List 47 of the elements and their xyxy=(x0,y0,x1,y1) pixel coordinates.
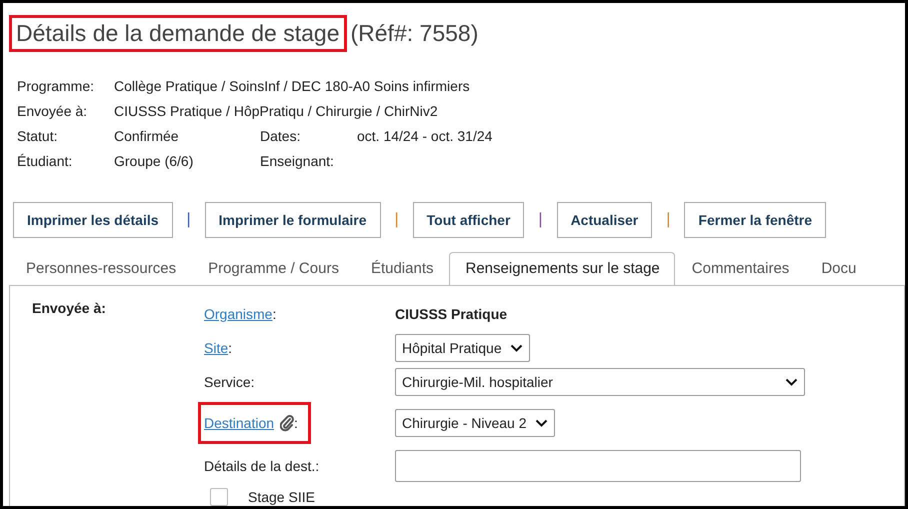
chevron-down-icon xyxy=(510,344,523,352)
field-label: Détails de la dest.: xyxy=(204,458,320,474)
summary-value: CIUSSS Pratique / HôpPratiqu / Chirurgie / ChirNiv2 xyxy=(114,103,439,119)
section-heading: Envoyée à: xyxy=(32,300,107,318)
summary-value: Groupe (6/6) xyxy=(114,153,194,169)
reference-number: (Réf#: 7558) xyxy=(350,20,478,47)
separator: | xyxy=(538,211,543,229)
field-link[interactable]: Organisme xyxy=(204,306,272,322)
dropdown[interactable]: Chirurgie - Niveau 2 xyxy=(395,409,554,437)
tab[interactable]: Personnes-ressources xyxy=(9,252,192,285)
summary-label: Enseignant: xyxy=(260,153,335,169)
checkbox[interactable] xyxy=(210,488,228,506)
checkbox-label: Stage SIIE xyxy=(248,489,315,505)
tab[interactable]: Étudiants xyxy=(354,252,448,285)
action-button[interactable]: Fermer la fenêtre xyxy=(684,202,826,238)
field-link[interactable]: Destination xyxy=(204,415,274,431)
summary-value: Collège Pratique / SoinsInf / DEC 180-A0 Soins infirmiers xyxy=(114,78,471,94)
tab[interactable]: Renseignements sur le stage xyxy=(448,252,675,285)
separator: | xyxy=(186,211,191,229)
tab[interactable]: Programme / Cours xyxy=(191,252,354,285)
separator: | xyxy=(666,211,670,229)
field-link[interactable]: Site xyxy=(204,340,228,356)
action-button[interactable]: Tout afficher xyxy=(412,202,524,238)
colon: : xyxy=(228,340,232,356)
input-field[interactable] xyxy=(395,450,801,482)
action-button[interactable]: Imprimer les détails xyxy=(13,202,173,238)
field-label: Service: xyxy=(204,374,255,390)
summary-label: Programme: xyxy=(17,78,96,94)
tab[interactable]: Docu xyxy=(804,252,872,285)
summary-label: Étudiant: xyxy=(17,153,74,169)
action-button[interactable]: Imprimer le formulaire xyxy=(204,202,380,238)
summary-label: Dates: xyxy=(260,128,302,144)
summary-label: Envoyée à: xyxy=(17,103,88,119)
chevron-down-icon xyxy=(785,378,798,386)
summary-value: oct. 14/24 - oct. 31/24 xyxy=(357,128,492,144)
page-title: Détails de la demande de stage xyxy=(9,15,346,52)
tab[interactable]: Commentaires xyxy=(674,252,804,285)
organization-value: CIUSSS Pratique xyxy=(395,306,508,322)
chevron-down-icon xyxy=(534,419,548,427)
colon: : xyxy=(294,415,298,431)
colon: : xyxy=(272,306,276,322)
summary-label: Statut: xyxy=(17,128,58,144)
dropdown[interactable]: Hôpital Pratique xyxy=(395,334,530,362)
dropdown[interactable]: Chirurgie-Mil. hospitalier xyxy=(395,368,805,396)
separator: | xyxy=(394,211,399,229)
action-button[interactable]: Actualiser xyxy=(556,202,652,238)
summary-value: Confirmée xyxy=(114,128,180,144)
